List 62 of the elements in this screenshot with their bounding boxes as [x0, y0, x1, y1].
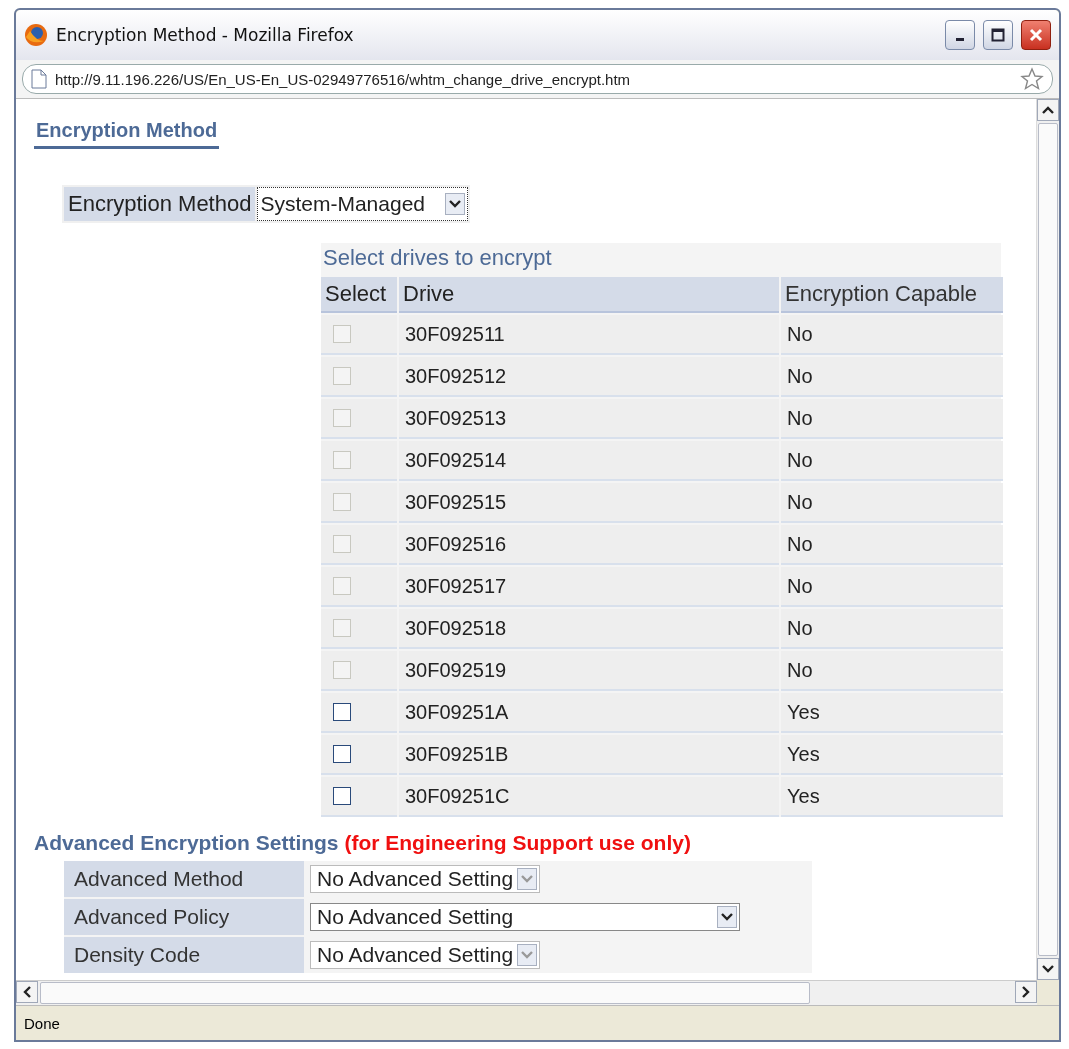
star-icon[interactable]: [1020, 67, 1044, 91]
table-cell: 30F092515: [399, 483, 779, 523]
scroll-up-button[interactable]: [1037, 99, 1059, 121]
column-header: Encryption Capable: [781, 277, 1003, 313]
setting-dropdown[interactable]: No Advanced Setting: [310, 903, 740, 931]
scrollbar-thumb[interactable]: [1038, 123, 1058, 956]
field-label: Encryption Method: [64, 187, 256, 221]
table-cell: 30F092514: [399, 441, 779, 481]
table-cell: 30F092519: [399, 651, 779, 691]
table-cell: No: [781, 441, 1003, 481]
table-caption: Select drives to encrypt: [322, 244, 553, 272]
table-cell: 30F092517: [399, 567, 779, 607]
drive-checkbox[interactable]: [333, 703, 351, 721]
setting-label: Advanced Policy: [64, 899, 304, 935]
status-text: Done: [24, 1014, 60, 1032]
close-icon: [1029, 28, 1043, 42]
table-cell: 30F092518: [399, 609, 779, 649]
table-cell: 30F09251A: [399, 693, 779, 733]
table-cell: 30F09251B: [399, 735, 779, 775]
url-text: http://9.11.196.226/US/En_US-En_US-02949776516/whtm_change_drive_encrypt.htm: [55, 70, 632, 88]
maximize-icon: [991, 28, 1005, 42]
table-cell: No: [781, 399, 1003, 439]
table-cell: No: [781, 357, 1003, 397]
setting-label: Advanced Method: [64, 861, 304, 897]
table-cell: 30F092513: [399, 399, 779, 439]
scrollbar-thumb[interactable]: [40, 982, 810, 1004]
table-cell: Yes: [781, 693, 1003, 733]
table-cell: 30F09251C: [399, 777, 779, 817]
table-cell: No: [781, 609, 1003, 649]
minimize-icon: [956, 38, 964, 41]
scroll-right-button[interactable]: [1015, 981, 1037, 1003]
table-cell: 30F092516: [399, 525, 779, 565]
section-title: Advanced Encryption Settings (for Engineering Support use only): [34, 831, 692, 855]
chevron-down-icon: [1042, 965, 1054, 973]
scroll-left-button[interactable]: [16, 981, 38, 1003]
table-cell: No: [781, 525, 1003, 565]
table-cell: 30F092512: [399, 357, 779, 397]
address-field[interactable]: http://9.11.196.226/US/En_US-En_US-02949776516/whtm_change_drive_encrypt.htm: [22, 64, 1053, 94]
chevron-left-icon: [23, 986, 31, 998]
scroll-down-button[interactable]: [1037, 958, 1059, 980]
column-header: Drive: [399, 277, 779, 313]
drive-checkbox[interactable]: [333, 787, 351, 805]
table-cell: No: [781, 651, 1003, 691]
setting-label: Density Code: [64, 937, 304, 973]
minimize-button[interactable]: [945, 20, 975, 50]
drive-checkbox[interactable]: [333, 745, 351, 763]
maximize-button[interactable]: [983, 20, 1013, 50]
table-cell: 30F092511: [399, 315, 779, 355]
globe-icon: [24, 23, 48, 47]
table-cell: Yes: [781, 735, 1003, 775]
window-title: Encryption Method - Mozilla Firefox: [56, 25, 355, 45]
chevron-right-icon: [1022, 986, 1030, 998]
table-cell: No: [781, 315, 1003, 355]
close-button[interactable]: [1021, 20, 1051, 50]
chevron-up-icon: [1042, 106, 1054, 114]
table-cell: No: [781, 567, 1003, 607]
page-heading: Encryption Method: [34, 119, 220, 149]
table-cell: No: [781, 483, 1003, 523]
page-icon: [31, 69, 47, 89]
method-dropdown[interactable]: System-Managed: [257, 187, 468, 221]
column-header: Select: [321, 277, 397, 313]
table-cell: Yes: [781, 777, 1003, 817]
